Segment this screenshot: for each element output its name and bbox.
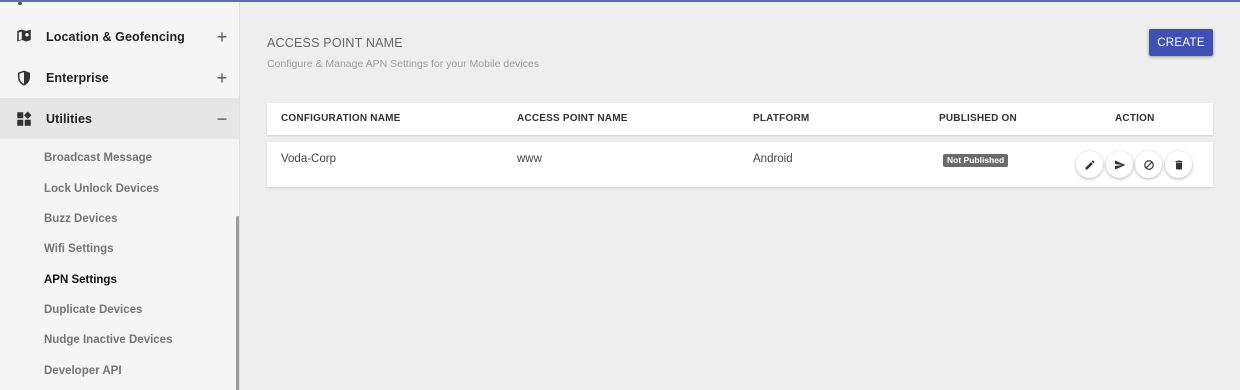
table-row[interactable]: Voda-Corp www Android Not Published xyxy=(267,142,1213,187)
sidebar-subitem-duplicate-devices[interactable]: Duplicate Devices xyxy=(44,300,142,320)
delete-button[interactable] xyxy=(1165,151,1192,178)
sidebar-scrollbar[interactable] xyxy=(236,216,239,390)
column-header-platform[interactable]: PLATFORM xyxy=(753,113,809,124)
page-title: ACCESS POINT NAME xyxy=(267,36,403,50)
sidebar-item-enterprise[interactable]: Enterprise + xyxy=(0,57,239,98)
map-pin-icon xyxy=(15,28,33,46)
edit-icon xyxy=(1084,159,1096,171)
sidebar-subitem-broadcast-message[interactable]: Broadcast Message xyxy=(44,148,152,168)
sidebar-item-location-geofencing[interactable]: Location & Geofencing + xyxy=(0,16,239,57)
table-header: CONFIGURATION NAME ACCESS POINT NAME PLA… xyxy=(267,103,1213,135)
column-header-access-point-name[interactable]: ACCESS POINT NAME xyxy=(517,113,628,124)
shield-icon xyxy=(15,69,33,87)
sidebar-subitem-lock-unlock-devices[interactable]: Lock Unlock Devices xyxy=(44,179,159,199)
publish-button[interactable] xyxy=(1106,151,1133,178)
cell-platform: Android xyxy=(753,153,793,165)
sidebar: Location & Geofencing + Enterprise + Uti… xyxy=(0,2,240,390)
send-icon xyxy=(1114,159,1126,171)
create-button[interactable]: CREATE xyxy=(1149,29,1213,56)
sidebar-item-utilities[interactable]: Utilities − xyxy=(0,98,239,139)
sidebar-subitem-wifi-settings[interactable]: Wifi Settings xyxy=(44,239,114,259)
status-badge: Not Published xyxy=(943,154,1009,167)
sidebar-item-label: Location & Geofencing xyxy=(46,29,185,44)
cell-configuration-name: Voda-Corp xyxy=(281,153,336,165)
expand-plus-icon[interactable]: + xyxy=(214,28,230,46)
block-icon xyxy=(1143,159,1155,171)
sidebar-item-label: Utilities xyxy=(46,111,93,126)
widgets-icon xyxy=(15,110,33,128)
column-header-action: ACTION xyxy=(1115,113,1155,124)
cell-access-point-name: www xyxy=(517,153,542,165)
expand-plus-icon[interactable]: + xyxy=(214,69,230,87)
page-subtitle: Configure & Manage APN Settings for your… xyxy=(267,58,539,70)
sidebar-subitem-apn-settings[interactable]: APN Settings xyxy=(44,270,117,290)
edit-button[interactable] xyxy=(1076,151,1103,178)
sidebar-subitem-developer-api[interactable]: Developer API xyxy=(44,361,122,381)
column-header-configuration-name[interactable]: CONFIGURATION NAME xyxy=(281,113,401,124)
unpublish-button[interactable] xyxy=(1135,151,1162,178)
sidebar-item-label: Enterprise xyxy=(46,70,109,85)
sidebar-subitem-buzz-devices[interactable]: Buzz Devices xyxy=(44,209,118,229)
column-header-published-on[interactable]: PUBLISHED ON xyxy=(939,113,1017,124)
sidebar-scroll-hint xyxy=(18,2,22,5)
delete-icon xyxy=(1173,159,1185,171)
collapse-minus-icon[interactable]: − xyxy=(214,110,230,128)
sidebar-subitem-nudge-inactive-devices[interactable]: Nudge Inactive Devices xyxy=(44,330,172,350)
